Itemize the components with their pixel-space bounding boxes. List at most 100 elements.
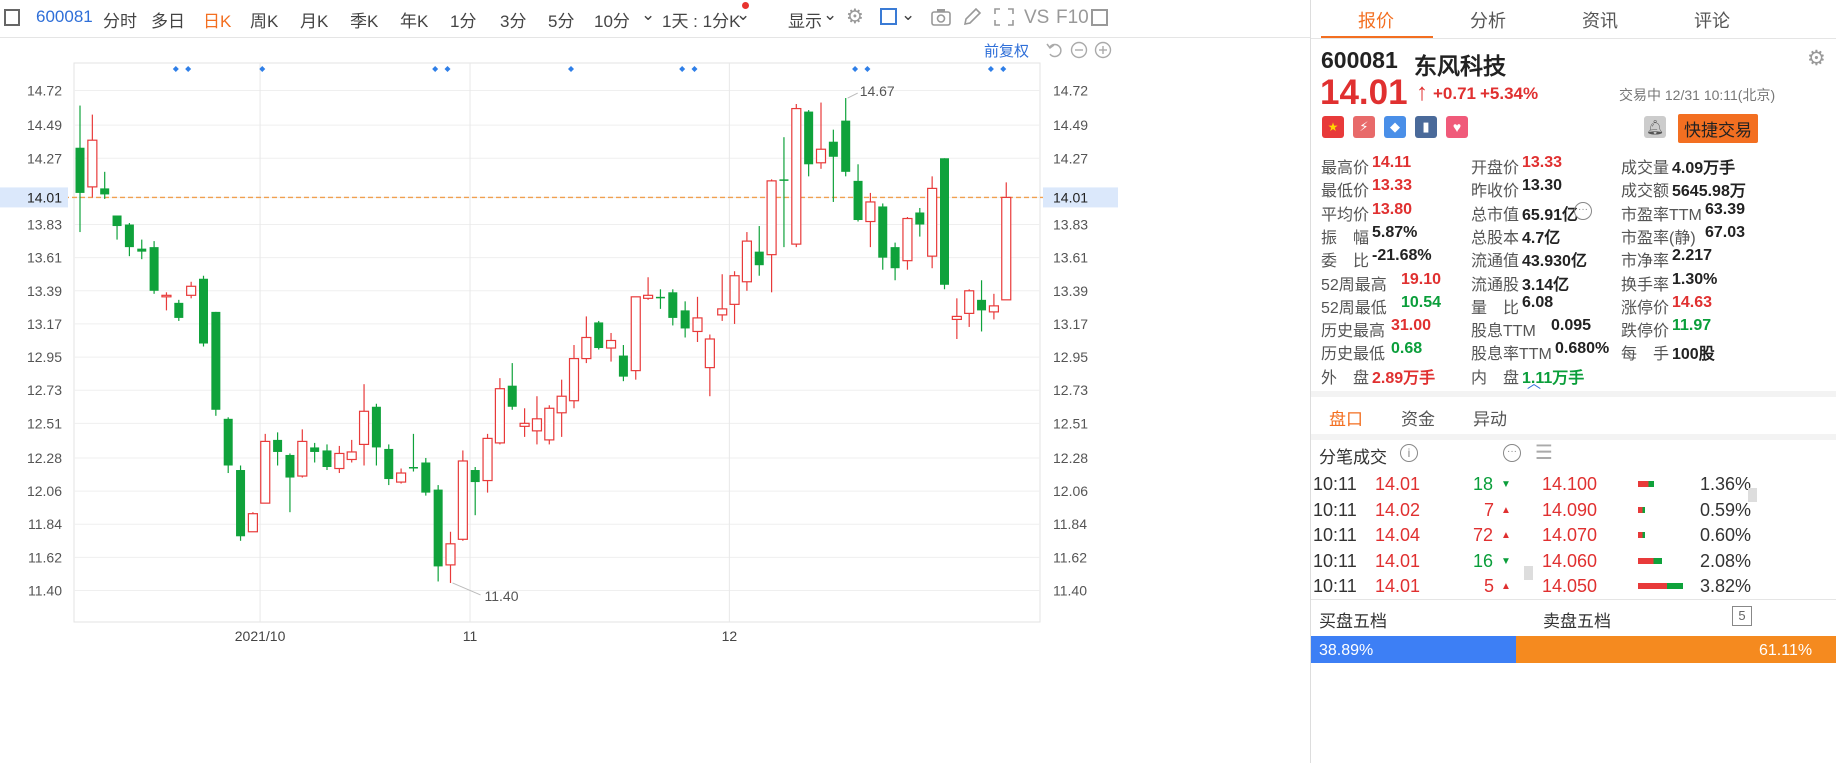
- color-chevron-icon[interactable]: ⌄: [901, 5, 915, 25]
- stat-label: 市净率: [1621, 253, 1670, 271]
- y-tick-label-right: 13.61: [1053, 250, 1088, 266]
- period-tab-日K[interactable]: 日K: [203, 7, 231, 32]
- ticks-more-icon[interactable]: ···: [1503, 444, 1521, 462]
- candle-body-down: [100, 188, 110, 195]
- period-tab-多日[interactable]: 多日: [151, 7, 185, 32]
- y-tick-label-left: 14.72: [27, 83, 62, 99]
- quick-trade-button[interactable]: 快捷交易: [1678, 114, 1758, 143]
- y-tick-label-left: 12.73: [27, 382, 62, 398]
- margin-trade-icon[interactable]: ⚡: [1353, 116, 1375, 138]
- tab-analysis[interactable]: 分析: [1470, 7, 1506, 33]
- stat-label: 市盈率(静): [1621, 229, 1696, 247]
- info-icon[interactable]: i: [1400, 444, 1418, 462]
- y-tick-label-right: 12.51: [1053, 415, 1088, 431]
- levels-scrollbar[interactable]: [1748, 488, 1757, 502]
- period-tab-月K[interactable]: 月K: [300, 7, 328, 32]
- tick-price: 14.02: [1375, 499, 1421, 520]
- candle-body-up: [358, 410, 370, 446]
- tab-comments[interactable]: 评论: [1694, 7, 1730, 33]
- ticks-scrollbar[interactable]: [1524, 566, 1533, 580]
- y-tick-label-right: 12.28: [1053, 450, 1088, 466]
- fullscreen-icon[interactable]: [994, 8, 1014, 26]
- tick-time: 10:11: [1313, 474, 1357, 494]
- more-info-icon[interactable]: ···: [1574, 202, 1592, 220]
- period-tab-周K[interactable]: 周K: [250, 7, 278, 32]
- subtab-orderbook[interactable]: 盘口: [1329, 405, 1363, 430]
- stat-label: 外 盘: [1321, 369, 1370, 387]
- candle-body-up: [568, 357, 580, 402]
- quote-settings-gear-icon[interactable]: ⚙: [1807, 46, 1826, 71]
- stat-value: 67.03: [1705, 223, 1746, 241]
- stat-label: 52周最高: [1321, 276, 1387, 294]
- candle-body-down: [940, 158, 949, 285]
- period-tab-1分[interactable]: 1分: [450, 7, 476, 32]
- collapse-chevron-icon[interactable]: ︿: [1527, 373, 1541, 393]
- period-tab-10分[interactable]: 10分: [594, 7, 630, 32]
- period-tab-分时[interactable]: 分时: [103, 7, 137, 32]
- candle-body-up: [334, 452, 345, 470]
- y-tick-label-left: 12.95: [27, 349, 62, 365]
- f10-button[interactable]: F10: [1056, 7, 1089, 29]
- stat-label: 成交额: [1621, 183, 1670, 201]
- list-menu-icon[interactable]: ☰: [1535, 440, 1553, 465]
- period-more-chevron-icon[interactable]: ⌄: [641, 5, 655, 25]
- level-volume-bar: [1638, 532, 1645, 539]
- tab-quote[interactable]: 报价: [1358, 7, 1394, 33]
- vs-compare-button[interactable]: VS: [1024, 7, 1049, 29]
- kline-chart[interactable]: 前复权 14.7214.7214.4914.4914.2714.2714.011…: [0, 38, 1310, 763]
- camera-icon[interactable]: [931, 8, 951, 26]
- candle-body-up: [988, 305, 1000, 313]
- five-levels-icon[interactable]: 5: [1732, 606, 1752, 626]
- y-tick-label-right: 13.17: [1053, 316, 1088, 332]
- period-tab-年K[interactable]: 年K: [400, 7, 428, 32]
- interval-select[interactable]: 1天 : 1分K: [662, 7, 740, 32]
- candle-body-down: [804, 111, 814, 165]
- display-menu[interactable]: 显示: [788, 7, 822, 32]
- buy-ratio-pct: 38.89%: [1319, 642, 1374, 659]
- candlestick-plot[interactable]: 14.72 14.72 14.49 14.49 14.27 14.27 14.01 14.01…: [0, 38, 1310, 763]
- quote-change: +0.71: [1433, 84, 1477, 103]
- subtab-events[interactable]: 异动: [1473, 405, 1507, 430]
- candle-body-up: [630, 296, 641, 372]
- subtab-funds[interactable]: 资金: [1401, 405, 1435, 430]
- low-annotation-line: [452, 582, 481, 596]
- settings-gear-icon[interactable]: ⚙: [846, 4, 864, 29]
- candle-body-down: [680, 310, 690, 329]
- y-tick-label-left: 13.17: [27, 316, 62, 332]
- tab-news[interactable]: 资讯: [1582, 7, 1618, 33]
- stock-code[interactable]: 600081: [36, 7, 93, 27]
- tag-icon[interactable]: ◆: [1384, 116, 1406, 138]
- stat-label: 平均价: [1321, 206, 1370, 224]
- stat-label: 最高价: [1321, 160, 1370, 177]
- stat-label: 总股本: [1471, 229, 1520, 247]
- candle-body-down: [754, 251, 764, 266]
- quote-price: 14.01: [1320, 73, 1408, 112]
- display-chevron-icon[interactable]: ⌄: [823, 5, 837, 25]
- candle-body-up: [815, 148, 827, 164]
- alert-bell-icon[interactable]: 🔔︎: [1644, 116, 1666, 138]
- event-marker-icon: [568, 66, 574, 72]
- stat-label: 昨收价: [1471, 183, 1520, 201]
- candle-body-down: [433, 489, 443, 567]
- y-tick-label-left: 12.06: [27, 483, 62, 499]
- period-tab-5分[interactable]: 5分: [548, 7, 574, 32]
- color-square-icon[interactable]: [880, 8, 897, 25]
- candle-body-down: [223, 418, 233, 466]
- side-panel-icon[interactable]: [1091, 9, 1108, 26]
- book-divider: [1311, 599, 1836, 600]
- period-tab-季K[interactable]: 季K: [350, 7, 378, 32]
- y-tick-label-right: 14.27: [1053, 150, 1088, 166]
- stat-value: 4.7亿: [1522, 229, 1561, 247]
- favorite-heart-icon[interactable]: ♥: [1446, 116, 1468, 138]
- draw-pen-icon[interactable]: [962, 8, 982, 26]
- bookmark-icon[interactable]: ▮: [1415, 116, 1437, 138]
- down-triangle-icon: ▼: [1501, 479, 1511, 490]
- panel-icon[interactable]: [4, 9, 20, 26]
- stat-value: 100股: [1672, 346, 1715, 364]
- level-price: 14.100: [1542, 474, 1598, 494]
- period-tab-3分[interactable]: 3分: [500, 7, 526, 32]
- quote-change-pct: +5.34%: [1480, 84, 1539, 103]
- tick-volume: 18: [1473, 474, 1494, 494]
- x-tick-label: 11: [463, 628, 478, 644]
- level-pct: 2.08%: [1700, 550, 1752, 571]
